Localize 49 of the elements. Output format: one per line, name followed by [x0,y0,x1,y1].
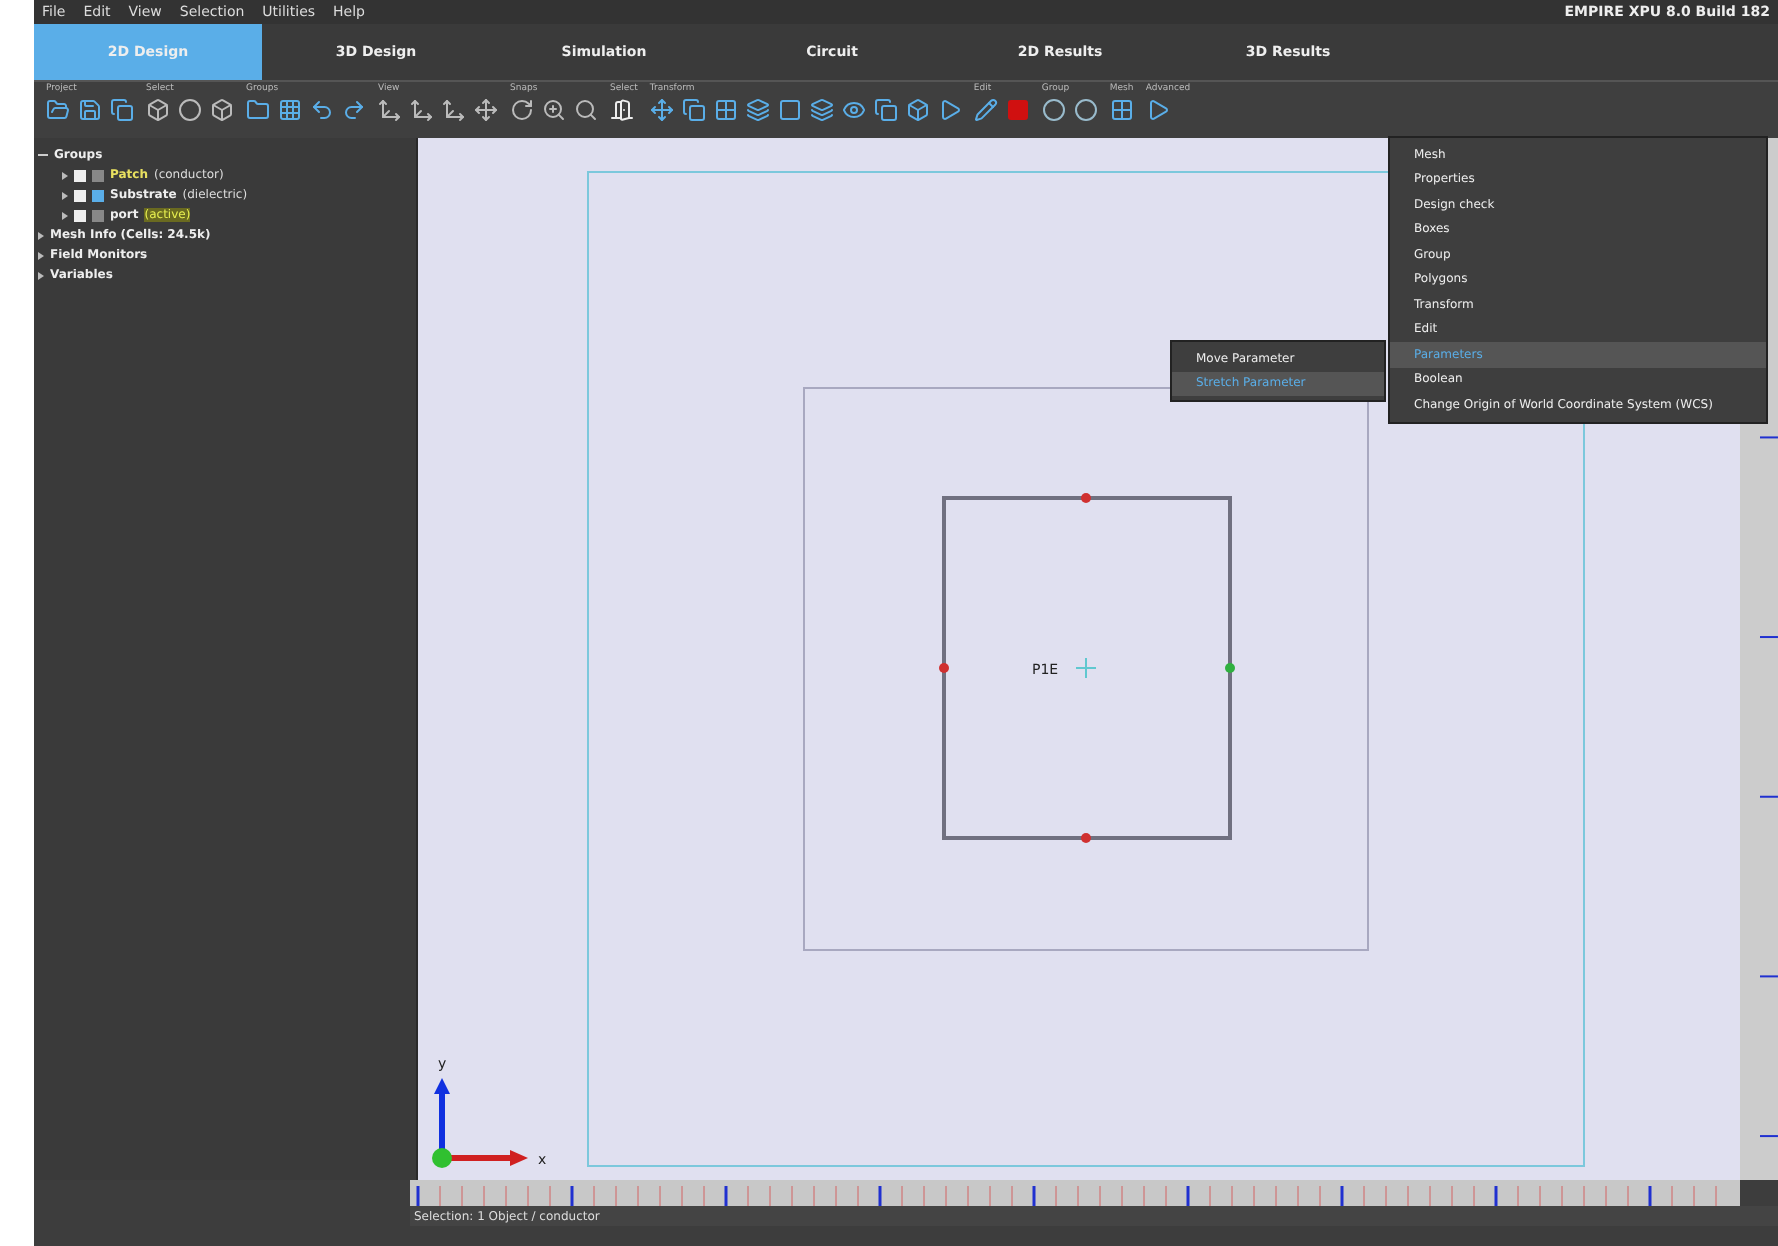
handle-point[interactable] [1081,493,1091,503]
tool-icon[interactable] [442,98,466,122]
color-swatch-icon[interactable] [92,209,104,221]
tool-icon[interactable] [342,98,366,122]
tool-icon[interactable] [1041,98,1066,122]
tool-icon[interactable] [310,98,334,122]
tool-icon[interactable] [1145,98,1170,122]
tool-icon[interactable] [110,98,134,122]
tool-icon[interactable] [905,98,930,122]
handle-point[interactable] [939,663,949,673]
expand-icon[interactable] [62,191,68,199]
handle-point[interactable] [1081,833,1091,843]
expand-icon[interactable] [62,211,68,219]
tool-icon[interactable] [178,98,202,122]
expand-icon[interactable] [38,271,44,279]
tool-icon[interactable] [681,98,706,122]
tool-icon[interactable] [210,98,234,122]
tool-icon[interactable] [46,98,70,122]
tool-icon[interactable] [78,98,102,122]
tool-icon[interactable] [146,98,170,122]
tool-icon[interactable] [745,98,770,122]
tool-icon[interactable] [278,98,302,122]
color-swatch-icon[interactable] [92,169,104,181]
expand-icon[interactable] [38,231,44,239]
expand-icon[interactable] [38,251,44,259]
tool-icon[interactable] [574,98,598,122]
tool-icon[interactable] [610,98,634,122]
color-swatch-icon[interactable] [92,189,104,201]
tool-icon[interactable] [410,98,434,122]
tool-icon[interactable] [474,98,498,122]
tool-icon[interactable] [809,98,834,122]
tool-icon[interactable] [1109,98,1134,122]
crosshair-icon [1075,657,1097,679]
tool-icon[interactable] [973,98,998,122]
tool-icon[interactable] [1073,98,1098,122]
tool-icon[interactable] [873,98,898,122]
tool-icon[interactable] [246,98,270,122]
tool-icon[interactable] [378,98,402,122]
tool-icon[interactable] [542,98,566,122]
tool-icon[interactable] [841,98,866,122]
tool-icon[interactable] [777,98,802,122]
handle-point[interactable] [1225,663,1235,673]
expand-icon[interactable] [62,171,68,179]
tool-icon[interactable] [713,98,738,122]
tool-icon[interactable] [649,98,674,122]
tool-icon[interactable] [937,98,962,122]
tool-icon[interactable] [510,98,534,122]
patch-shape[interactable] [942,496,1232,840]
axis-drawing [432,1078,528,1168]
